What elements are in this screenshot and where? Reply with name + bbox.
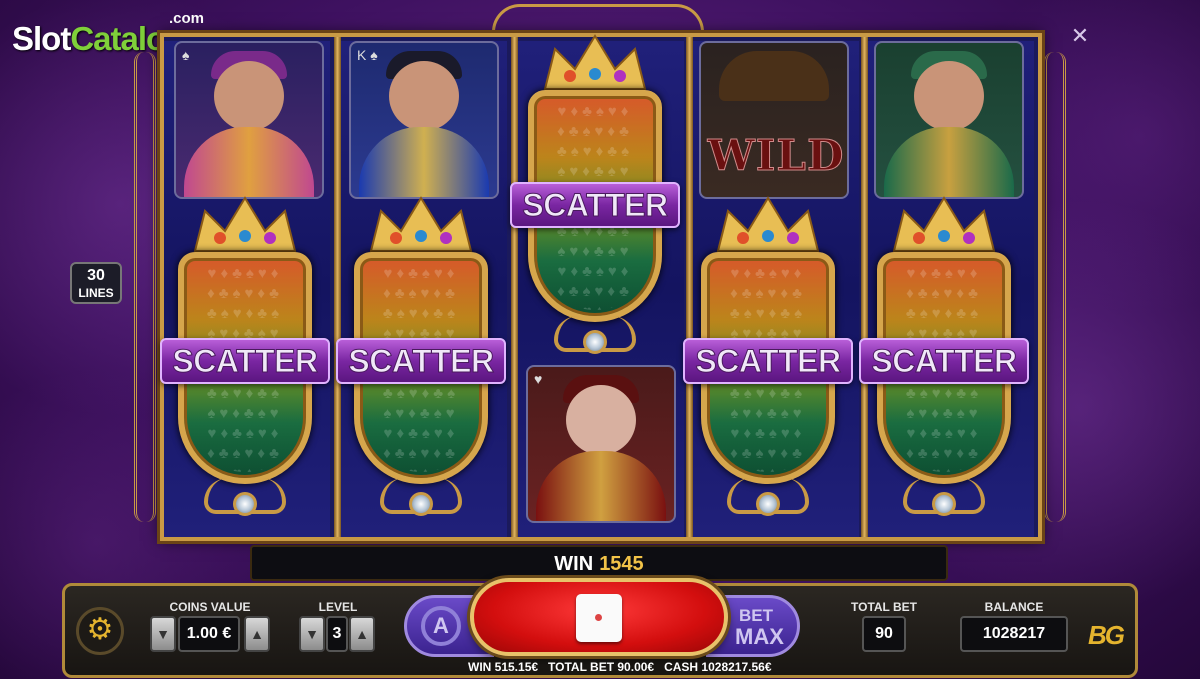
card-suit: ♠ bbox=[182, 47, 190, 63]
scatter-symbol: ♥♦♣♠♥♦♦♣♠♥♦♣♣♠♥♦♣♠♠♥♦♣♠♥♥♦♣♠♥♦♦♣♠♥♦♣♣♠♥♦… bbox=[859, 196, 1029, 526]
card-suit: ♥ bbox=[534, 371, 543, 387]
scatter-label: SCATTER bbox=[695, 343, 842, 380]
level-down-button[interactable]: ▼ bbox=[299, 616, 325, 652]
lines-label: LINES bbox=[78, 286, 114, 300]
balance-value: 1028217 bbox=[960, 616, 1068, 652]
scatter-label: SCATTER bbox=[522, 187, 669, 224]
wild-label: WILD bbox=[707, 131, 845, 181]
win-label: WIN bbox=[554, 553, 594, 575]
balance-label: BALANCE bbox=[984, 600, 1044, 614]
gem-icon bbox=[583, 330, 607, 354]
win-value: 1545 bbox=[599, 553, 644, 575]
lines-indicator: 30 LINES bbox=[70, 262, 122, 304]
close-icon[interactable]: ✕ bbox=[1068, 24, 1092, 48]
logo-text: SlotCatalog bbox=[12, 20, 185, 58]
body bbox=[536, 451, 666, 521]
crown-icon bbox=[366, 196, 476, 256]
face bbox=[566, 385, 636, 455]
scatter-label: SCATTER bbox=[172, 343, 319, 380]
autoplay-icon: A bbox=[421, 606, 461, 646]
bet-max-label-2: MAX bbox=[735, 624, 784, 649]
stop-icon bbox=[576, 594, 622, 642]
gem-icon bbox=[233, 492, 257, 516]
logo-com: .com bbox=[169, 10, 205, 27]
left-frame-ornament bbox=[134, 52, 156, 522]
face bbox=[914, 61, 984, 131]
scatter-banner: SCATTER bbox=[336, 338, 506, 384]
wild-symbol: WILD bbox=[699, 41, 849, 199]
body bbox=[359, 127, 489, 197]
queen-green-symbol bbox=[874, 41, 1024, 199]
stop-dot bbox=[595, 614, 602, 621]
card-suit: K ♠ bbox=[357, 47, 378, 63]
gear-icon[interactable]: ⚙ bbox=[76, 607, 124, 655]
body bbox=[184, 127, 314, 197]
level-up-button[interactable]: ▲ bbox=[349, 616, 375, 652]
treasure-chest bbox=[719, 51, 829, 101]
face bbox=[214, 61, 284, 131]
scatter-symbol: ♥♦♣♠♥♦♦♣♠♥♦♣♣♠♥♦♣♠♠♥♦♣♠♥♥♦♣♠♥♦♦♣♠♥♦♣♣♠♥♦… bbox=[336, 196, 506, 526]
crown-icon bbox=[190, 196, 300, 256]
crown-icon bbox=[540, 34, 650, 94]
scatter-banner: SCATTER bbox=[510, 182, 680, 228]
coins-value: 1.00 € bbox=[178, 616, 240, 652]
level-label: LEVEL bbox=[318, 600, 358, 614]
top-frame-ornament bbox=[492, 4, 704, 32]
crown-icon bbox=[889, 196, 999, 256]
scatter-symbol: ♥♦♣♠♥♦♦♣♠♥♦♣♣♠♥♦♣♠♠♥♦♣♠♥♥♦♣♠♥♦♦♣♠♥♦♣♣♠♥♦… bbox=[683, 196, 853, 526]
level-value: 3 bbox=[326, 616, 348, 652]
coins-value-label: COINS VALUE bbox=[169, 600, 251, 614]
scatter-symbol: ♥♦♣♠♥♦♦♣♠♥♦♣♣♠♥♦♣♠♠♥♦♣♠♥♥♦♣♠♥♦♦♣♠♥♦♣♣♠♥♦… bbox=[160, 196, 330, 526]
status-line: WIN 515.15€ TOTAL BET 90.00€ CASH 1028217.… bbox=[468, 660, 868, 674]
status-total-bet: TOTAL BET 90.00€ bbox=[548, 660, 655, 674]
total-bet-label: TOTAL BET bbox=[851, 600, 917, 614]
lines-count: 30 bbox=[87, 267, 105, 284]
face bbox=[389, 61, 459, 131]
queen-red-symbol: ♥ bbox=[526, 365, 676, 523]
scatter-banner: SCATTER bbox=[160, 338, 330, 384]
coins-value-down-button[interactable]: ▼ bbox=[150, 616, 176, 652]
coins-value-up-button[interactable]: ▲ bbox=[244, 616, 270, 652]
scatter-symbol: ♥♦♣♠♥♦♦♣♠♥♦♣♣♠♥♦♣♠♠♥♦♣♠♥♥♦♣♠♥♦♦♣♠♥♦♣♣♠♥♦… bbox=[510, 34, 680, 364]
scatter-label: SCATTER bbox=[871, 343, 1018, 380]
win-display: WIN 1545 bbox=[250, 545, 948, 581]
scatter-banner: SCATTER bbox=[859, 338, 1029, 384]
jack-symbol: ♠ bbox=[174, 41, 324, 199]
body bbox=[884, 127, 1014, 197]
gem-icon bbox=[932, 492, 956, 516]
total-bet-value: 90 bbox=[862, 616, 906, 652]
spin-stop-button[interactable] bbox=[470, 578, 728, 656]
provider-logo: BG bbox=[1088, 620, 1125, 650]
gem-icon bbox=[756, 492, 780, 516]
status-win: WIN 515.15€ bbox=[468, 660, 539, 674]
gem-icon bbox=[409, 492, 433, 516]
bet-max-label-1: BET bbox=[739, 606, 773, 625]
scatter-label: SCATTER bbox=[348, 343, 495, 380]
scatter-banner: SCATTER bbox=[683, 338, 853, 384]
right-frame-ornament bbox=[1044, 52, 1066, 522]
status-cash: CASH 1028217.56€ bbox=[664, 660, 772, 674]
crown-icon bbox=[713, 196, 823, 256]
king-symbol: K ♠ bbox=[349, 41, 499, 199]
logo-slot: Slot bbox=[12, 20, 71, 57]
